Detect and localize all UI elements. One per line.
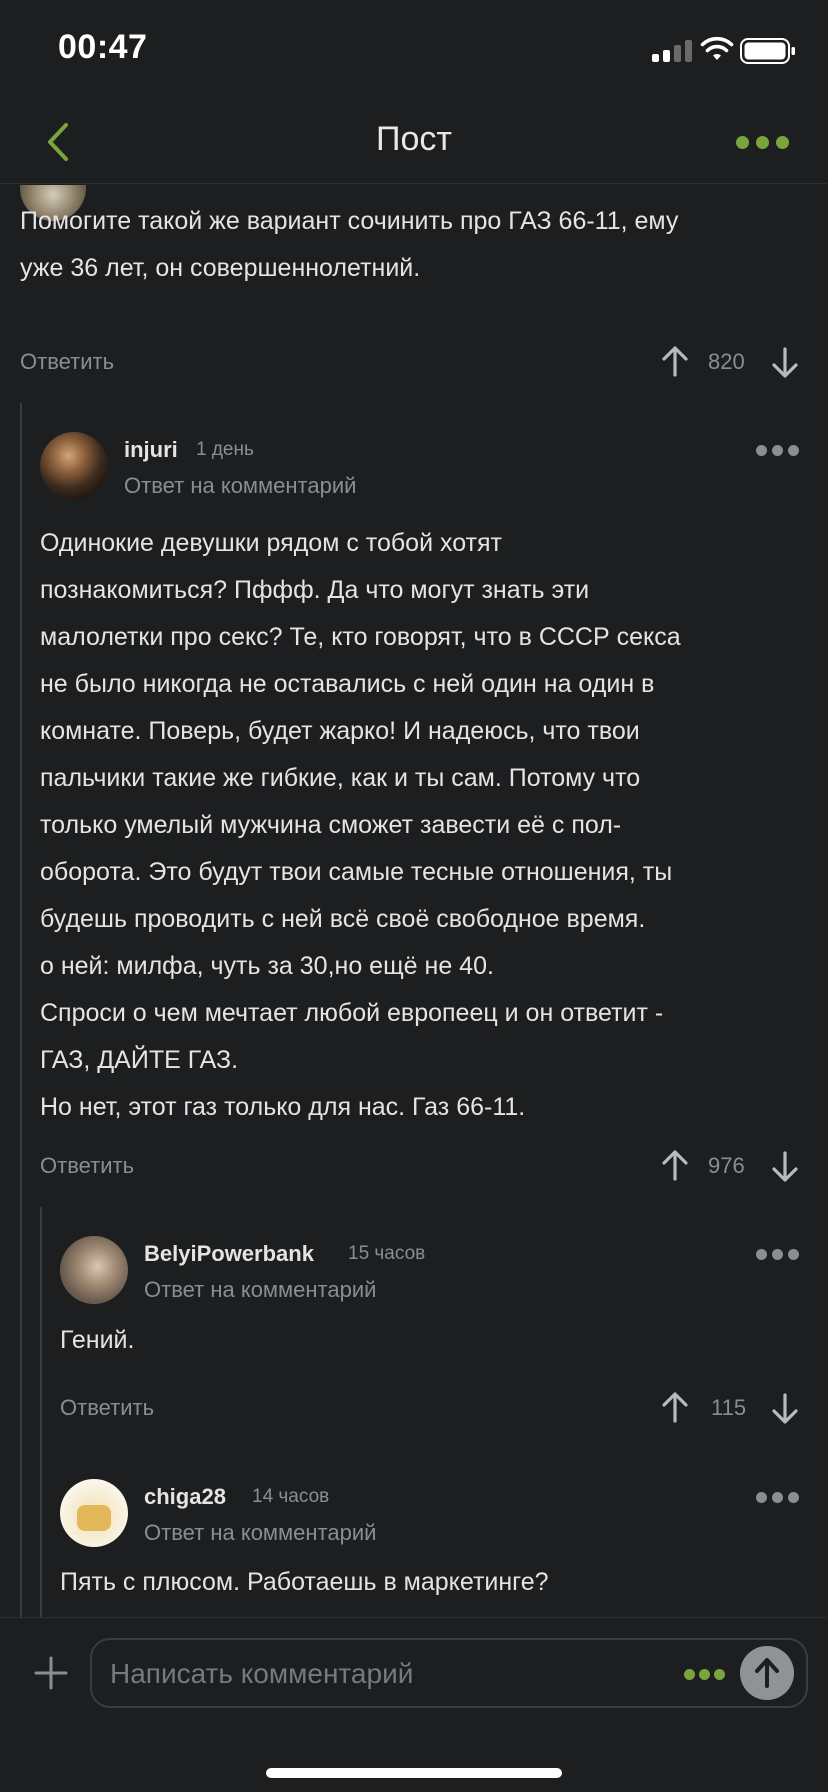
battery-icon	[740, 38, 795, 64]
comment-text-line: уже 36 лет, он совершеннолетний.	[20, 254, 421, 282]
avatar[interactable]	[60, 1236, 128, 1304]
comment-composer-bar: Написать комментарий	[0, 1617, 828, 1792]
comment-text-line: о ней: милфа, чуть за 30,но ещё не 40.	[40, 952, 494, 980]
thread-line	[40, 1207, 42, 1617]
comment-text-line: Помогите такой же вариант сочинить про Г…	[20, 207, 679, 235]
downvote-arrow-icon[interactable]	[772, 1393, 798, 1425]
comment-text-line: Но нет, этот газ только для нас. Газ 66-…	[40, 1093, 526, 1121]
more-dots-icon[interactable]	[756, 1492, 800, 1504]
comment-text-line: познакомиться? Пффф. Да что могут знать …	[40, 576, 590, 604]
status-time: 00:47	[58, 28, 148, 66]
upvote-arrow-icon[interactable]	[662, 1149, 688, 1181]
cellular-signal-icon	[652, 40, 694, 62]
username[interactable]: chiga28	[144, 1484, 226, 1510]
comments-list[interactable]: Помогите такой же вариант сочинить про Г…	[0, 185, 828, 1617]
avatar[interactable]	[40, 432, 108, 500]
arrow-up-icon	[755, 1658, 779, 1688]
comment-text-line: пальчики такие же гибкие, как и ты сам. …	[40, 764, 641, 792]
reply-button[interactable]: Ответить	[20, 349, 114, 375]
comment-text-line: Одинокие девушки рядом с тобой хотят	[40, 529, 502, 557]
plus-icon[interactable]	[34, 1656, 68, 1690]
comment-text-line: оборота. Это будут твои самые тесные отн…	[40, 858, 673, 886]
upvote-arrow-icon[interactable]	[662, 345, 688, 377]
navigation-bar: Пост	[0, 100, 828, 184]
comment-text-line: Спроси о чем мечтает любой европеец и он…	[40, 999, 664, 1027]
comment-text-line: комнате. Поверь, будет жарко! И надеюсь,…	[40, 717, 640, 745]
comment-text: Помогите такой же вариант сочинить про Г…	[20, 198, 810, 292]
more-dots-icon[interactable]	[756, 445, 800, 457]
more-dots-icon[interactable]	[684, 1669, 726, 1681]
comment-text-line: будешь проводить с ней всё своё свободно…	[40, 905, 646, 933]
username[interactable]: BelyiPowerbank	[144, 1241, 314, 1267]
rating-count: 976	[708, 1153, 745, 1178]
comment-text: Гений.	[60, 1317, 820, 1364]
comment-text-line: Пять с плюсом. Работаешь в маркетинге?	[60, 1568, 549, 1596]
rating-count: 115	[711, 1395, 747, 1420]
more-dots-icon[interactable]	[736, 136, 789, 150]
chef-avatar-icon	[77, 1505, 111, 1531]
comment-input[interactable]: Написать комментарий	[90, 1638, 808, 1708]
reply-to-label[interactable]: Ответ на комментарий	[144, 1277, 376, 1303]
comment-time: 1 день	[196, 439, 254, 460]
more-dots-icon[interactable]	[756, 1249, 800, 1261]
wifi-icon	[700, 36, 734, 60]
comment-text-line: ГАЗ, ДАЙТЕ ГАЗ.	[40, 1046, 239, 1074]
username[interactable]: injuri	[124, 437, 178, 463]
avatar[interactable]	[60, 1479, 128, 1547]
downvote-arrow-icon[interactable]	[772, 347, 798, 379]
comment-text-line: не было никогда не оставались с ней один…	[40, 670, 655, 698]
comment-input-placeholder: Написать комментарий	[110, 1658, 414, 1689]
comment-time: 15 часов	[348, 1243, 426, 1264]
send-button[interactable]	[740, 1646, 794, 1700]
comment-text: Одинокие девушки рядом с тобой хотят поз…	[40, 520, 820, 1131]
comment-text: Пять с плюсом. Работаешь в маркетинге?	[60, 1559, 820, 1606]
page-title: Пост	[376, 120, 452, 158]
upvote-arrow-icon[interactable]	[662, 1391, 688, 1423]
comment-text-line: Гений.	[60, 1326, 135, 1354]
home-indicator	[266, 1768, 562, 1778]
reply-to-label[interactable]: Ответ на комментарий	[124, 473, 356, 499]
rating-count: 820	[708, 349, 745, 374]
thread-line	[20, 403, 22, 1617]
comment-time: 14 часов	[252, 1486, 330, 1507]
reply-to-label[interactable]: Ответ на комментарий	[144, 1520, 376, 1546]
comment-text-line: только умелый мужчина сможет завести её …	[40, 811, 622, 839]
downvote-arrow-icon[interactable]	[772, 1151, 798, 1183]
reply-button[interactable]: Ответить	[60, 1395, 154, 1421]
status-bar: 00:47	[0, 0, 828, 100]
comment-text-line: малолетки про секс? Те, кто говорят, что…	[40, 623, 681, 651]
reply-button[interactable]: Ответить	[40, 1153, 134, 1179]
